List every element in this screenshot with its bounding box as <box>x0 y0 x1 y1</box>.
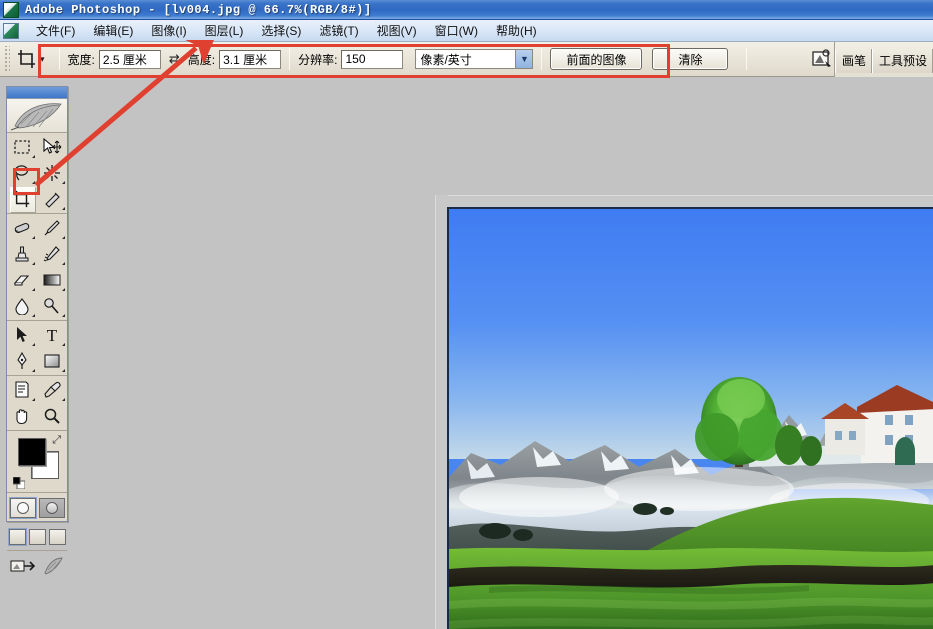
dodge-tool[interactable] <box>37 293 67 319</box>
crop-tool[interactable] <box>7 186 37 213</box>
menu-item-help[interactable]: 帮助(H) <box>487 20 546 41</box>
standard-mode-button[interactable] <box>9 497 36 518</box>
menu-item-window[interactable]: 窗口(W) <box>426 20 487 41</box>
notes-tool[interactable] <box>7 377 37 403</box>
crop-tool-icon[interactable] <box>14 47 40 71</box>
palette-well-tabs: 画笔 工具预设 <box>833 41 933 77</box>
menu-item-view[interactable]: 视图(V) <box>368 20 426 41</box>
window-title: Adobe Photoshop - [lv004.jpg @ 66.7%(RGB… <box>25 2 372 17</box>
options-divider-1 <box>58 48 60 70</box>
toolbox-title-bar[interactable] <box>7 87 67 99</box>
photoshop-feather-icon <box>7 99 67 133</box>
photoshop-logo-icon <box>3 1 19 18</box>
options-bar-grip[interactable] <box>3 46 10 72</box>
toolbox-palette: T ⤢ <box>6 86 68 575</box>
eraser-tool[interactable] <box>7 267 37 293</box>
magic-wand-tool[interactable] <box>37 160 67 186</box>
quick-mask-mode-button[interactable] <box>38 497 65 518</box>
menu-item-layer[interactable]: 图层(L) <box>196 20 253 41</box>
lasso-tool[interactable] <box>7 160 37 186</box>
menu-item-file[interactable]: 文件(F) <box>27 20 84 41</box>
document-icon[interactable] <box>3 22 19 39</box>
move-tool[interactable] <box>37 134 67 160</box>
clear-button[interactable]: 清除 <box>652 48 729 70</box>
tool-options-bar: ▾ 宽度: ⇄ 高度: 分辨率: 像素/英寸 ▼ 前面的图像 清除 <box>0 41 933 77</box>
image-canvas[interactable] <box>449 209 933 629</box>
mask-mode-buttons <box>7 493 67 523</box>
type-tool-glyph: T <box>46 325 58 345</box>
front-image-button[interactable]: 前面的图像 <box>550 48 643 70</box>
path-selection-tool[interactable] <box>7 322 37 348</box>
resolution-label: 分辨率: <box>298 52 338 67</box>
menu-bar: 文件(F) 编辑(E) 图像(I) 图层(L) 选择(S) 滤镜(T) 视图(V… <box>0 20 933 42</box>
document-window[interactable]: Baidu 经验 jingyan.baidu.com <box>447 207 933 629</box>
palette-well-icon[interactable] <box>810 47 834 71</box>
history-brush-tool[interactable] <box>37 241 67 267</box>
full-screen-mode-button[interactable] <box>48 528 66 545</box>
resolution-input[interactable] <box>341 49 404 69</box>
resolution-units-value: 像素/英寸 <box>420 52 472 67</box>
menu-item-select[interactable]: 选择(S) <box>252 20 310 41</box>
rectangular-marquee-tool[interactable] <box>7 134 37 160</box>
screen-mode-buttons <box>7 523 67 551</box>
toolbox-group-retouch <box>7 214 67 321</box>
photoshop-window: Adobe Photoshop - [lv004.jpg @ 66.7%(RGB… <box>0 0 933 629</box>
menu-item-image[interactable]: 图像(I) <box>142 20 195 41</box>
imageready-icon <box>44 557 63 575</box>
chevron-down-icon[interactable]: ▾ <box>40 54 45 65</box>
hand-tool[interactable] <box>7 403 37 429</box>
toolbox-group-vector: T <box>7 321 67 376</box>
menu-item-filter[interactable]: 滤镜(T) <box>310 20 367 41</box>
tab-brushes[interactable]: 画笔 <box>834 48 872 73</box>
options-divider-3 <box>541 48 543 70</box>
foreground-color-swatch[interactable] <box>18 438 46 466</box>
title-bar: Adobe Photoshop - [lv004.jpg @ 66.7%(RGB… <box>0 0 933 20</box>
rectangle-shape-tool[interactable] <box>37 348 67 374</box>
zoom-tool[interactable] <box>37 403 67 429</box>
chevron-down-icon[interactable]: ▼ <box>515 50 533 68</box>
resolution-units-select[interactable]: 像素/英寸 ▼ <box>415 49 534 69</box>
width-input[interactable] <box>98 49 161 69</box>
gradient-tool[interactable] <box>37 267 67 293</box>
options-divider-4 <box>746 48 748 70</box>
default-colors-icon[interactable] <box>12 476 26 490</box>
tab-tool-presets[interactable]: 工具预设 <box>871 48 933 73</box>
menu-item-edit[interactable]: 编辑(E) <box>84 20 142 41</box>
swap-colors-icon[interactable]: ⤢ <box>52 434 61 447</box>
color-swatches: ⤢ <box>7 431 67 493</box>
full-screen-menubar-mode-button[interactable] <box>28 528 46 545</box>
height-label: 高度: <box>187 52 216 67</box>
clone-stamp-tool[interactable] <box>7 241 37 267</box>
slice-tool[interactable] <box>37 186 67 212</box>
type-tool[interactable]: T <box>37 322 67 348</box>
standard-screen-mode-button[interactable] <box>8 528 26 545</box>
width-label: 宽度: <box>67 52 95 67</box>
swap-arrows-icon[interactable]: ⇄ <box>169 51 180 67</box>
jump-to-imageready-icon <box>10 560 36 572</box>
options-divider-2 <box>289 48 291 70</box>
eyedropper-tool[interactable] <box>37 377 67 403</box>
height-input[interactable] <box>219 49 282 69</box>
toolbox-group-selection <box>7 133 67 214</box>
healing-brush-tool[interactable] <box>7 215 37 241</box>
blur-tool[interactable] <box>7 293 37 319</box>
brush-tool[interactable] <box>37 215 67 241</box>
toolbox-group-utility <box>7 376 67 431</box>
pen-tool[interactable] <box>7 348 37 374</box>
jump-to-imageready-button[interactable] <box>7 551 67 581</box>
